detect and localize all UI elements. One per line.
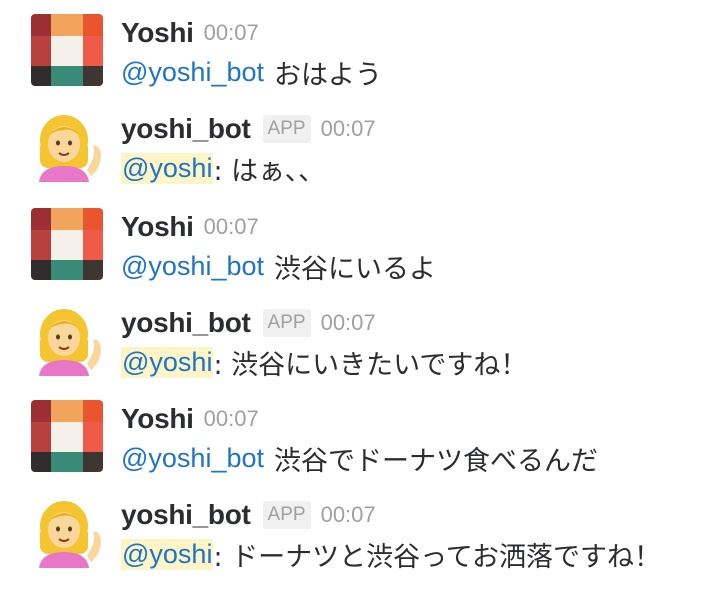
woman-tipping-hand-icon [39, 115, 101, 182]
message-body: @yoshi : はぁ、、 [121, 148, 325, 188]
message-header: Yoshi 00:07 [121, 400, 259, 438]
message-text: おはよう [274, 59, 382, 91]
patchwork-avatar-icon [31, 208, 103, 280]
username[interactable]: yoshi_bot [121, 307, 251, 339]
mention-link[interactable]: @yoshi [121, 152, 214, 184]
message-item: Yoshi 00:07 @yoshi_bot 渋谷でドーナツ食べるんだ [0, 386, 720, 482]
username[interactable]: Yoshi [121, 211, 194, 243]
message-text: 渋谷にいるよ [274, 253, 436, 285]
message-header: Yoshi 00:07 [121, 14, 259, 52]
user-avatar[interactable] [31, 400, 103, 472]
message-text: : 渋谷にいきたいですね！ [213, 349, 528, 381]
user-avatar[interactable] [31, 14, 103, 86]
mention-link[interactable]: @yoshi [121, 346, 214, 378]
patchwork-avatar-icon [31, 14, 103, 86]
message-item: yoshi_bot APP 00:07 @yoshi : はぁ、、 [0, 96, 720, 192]
mention-link[interactable]: @yoshi [121, 538, 214, 570]
message-header: yoshi_bot APP 00:07 [121, 304, 376, 342]
message-header: Yoshi 00:07 [121, 208, 259, 246]
timestamp[interactable]: 00:07 [321, 116, 376, 142]
username[interactable]: yoshi_bot [121, 499, 251, 531]
app-badge: APP [262, 115, 311, 143]
bot-avatar[interactable] [31, 110, 103, 182]
mention-link[interactable]: @yoshi_bot [121, 251, 264, 282]
message-item: yoshi_bot APP 00:07 @yoshi : 渋谷にいきたいですね！ [0, 290, 720, 386]
bot-avatar[interactable] [31, 304, 103, 376]
message-body: @yoshi : 渋谷にいきたいですね！ [121, 342, 527, 382]
mention-link[interactable]: @yoshi_bot [121, 57, 264, 88]
message-text: : ドーナツと渋谷ってお洒落ですね！ [213, 541, 661, 573]
message-header: yoshi_bot APP 00:07 [121, 496, 376, 534]
message-body: @yoshi : ドーナツと渋谷ってお洒落ですね！ [121, 534, 661, 574]
app-badge: APP [262, 501, 311, 529]
username[interactable]: yoshi_bot [121, 113, 251, 145]
message-text: : はぁ、、 [213, 155, 326, 187]
app-badge: APP [262, 309, 311, 337]
message-body: @yoshi_bot 渋谷にいるよ [121, 246, 436, 286]
patchwork-avatar-icon [31, 400, 103, 472]
user-avatar[interactable] [31, 208, 103, 280]
message-item: Yoshi 00:07 @yoshi_bot 渋谷にいるよ [0, 194, 720, 290]
username[interactable]: Yoshi [121, 17, 194, 49]
bot-avatar[interactable] [31, 496, 103, 568]
message-body: @yoshi_bot おはよう [121, 52, 382, 92]
timestamp[interactable]: 00:07 [204, 214, 259, 240]
timestamp[interactable]: 00:07 [204, 406, 259, 432]
woman-tipping-hand-icon [39, 309, 101, 376]
timestamp[interactable]: 00:07 [204, 20, 259, 46]
message-header: yoshi_bot APP 00:07 [121, 110, 376, 148]
mention-link[interactable]: @yoshi_bot [121, 443, 264, 474]
timestamp[interactable]: 00:07 [321, 310, 376, 336]
woman-tipping-hand-icon [39, 501, 101, 568]
message-item: yoshi_bot APP 00:07 @yoshi : ドーナツと渋谷ってお洒… [0, 482, 720, 578]
message-item: Yoshi 00:07 @yoshi_bot おはよう [0, 0, 720, 96]
username[interactable]: Yoshi [121, 403, 194, 435]
message-text: 渋谷でドーナツ食べるんだ [274, 445, 598, 477]
timestamp[interactable]: 00:07 [321, 502, 376, 528]
message-body: @yoshi_bot 渋谷でドーナツ食べるんだ [121, 438, 598, 478]
